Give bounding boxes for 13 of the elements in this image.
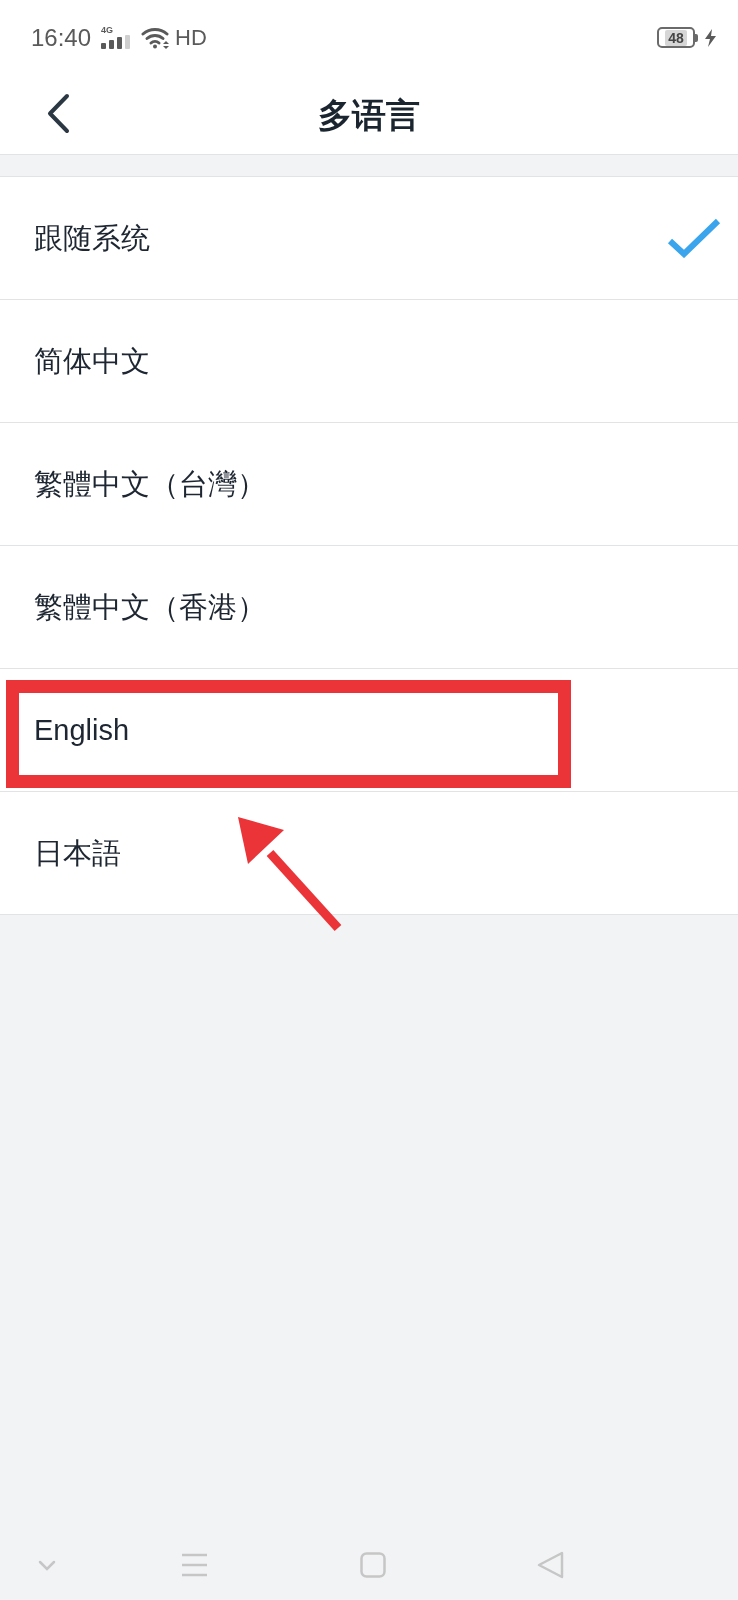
battery-indicator: 48: [657, 27, 698, 48]
signal-icon: [101, 35, 132, 49]
chevron-down-icon[interactable]: [38, 1559, 56, 1571]
wifi-icon: [141, 26, 172, 49]
wifi-label: HD: [175, 26, 207, 49]
square-icon[interactable]: [360, 1552, 386, 1578]
network-label: 4G: [101, 26, 114, 35]
back-icon: [45, 92, 71, 134]
page-title: 多语言: [318, 97, 420, 132]
status-time: 16:40: [31, 25, 92, 50]
menu-icon[interactable]: [181, 1553, 208, 1577]
back-triangle-icon[interactable]: [537, 1551, 564, 1579]
charging-bolt-icon: [705, 28, 716, 47]
